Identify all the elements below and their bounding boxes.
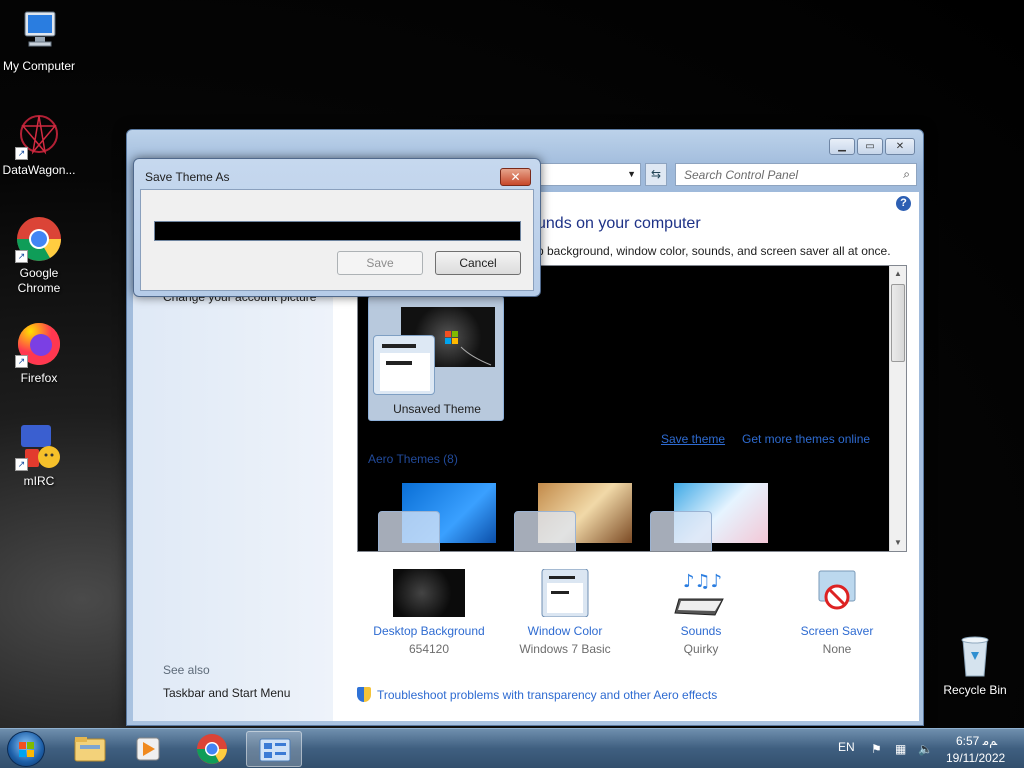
desktop-icon-label: Recycle Bin — [943, 683, 1007, 697]
scroll-down-icon[interactable]: ▼ — [890, 535, 906, 551]
setting-name: Screen Saver — [800, 624, 874, 638]
desktop-icon-recycle-bin[interactable]: Recycle Bin — [936, 632, 1014, 698]
window-color-icon — [529, 568, 601, 618]
desktop-icon-label: DataWagon... — [2, 163, 76, 177]
taskbar-start-menu-link[interactable]: Taskbar and Start Menu — [163, 686, 290, 700]
desktop-icon-label: Firefox — [20, 371, 58, 385]
desktop-icon-my-computer[interactable]: My Computer — [0, 8, 78, 74]
search-icon[interactable]: ⌕ — [903, 167, 910, 182]
aero-theme-characters[interactable] — [646, 481, 776, 551]
help-icon[interactable]: ? — [896, 196, 911, 211]
page-title: unds on your computer — [537, 215, 701, 232]
dialog-body: Theme name: Save Cancel — [140, 189, 534, 291]
sounds-setting[interactable]: ♪♫♪ Sounds Quirky — [633, 569, 769, 659]
refresh-button[interactable]: ⇆ — [645, 163, 667, 186]
close-button[interactable]: ✕ — [885, 138, 915, 155]
save-button[interactable]: Save — [337, 251, 423, 275]
screen-saver-icon — [801, 569, 873, 617]
aero-themes-heading: Aero Themes (8) — [368, 452, 458, 466]
window-controls: ▁ ▭ ✕ — [829, 138, 915, 155]
desktop-icon-firefox[interactable]: ↗ Firefox — [0, 320, 78, 386]
language-indicator[interactable]: EN — [838, 740, 855, 754]
setting-name: Window Color — [527, 624, 603, 638]
setting-value: Windows 7 Basic — [519, 642, 611, 656]
save-theme-dialog: Save Theme As ✕ Theme name: Save Cancel — [133, 158, 541, 297]
aero-theme-architecture[interactable] — [510, 481, 640, 551]
taskbar-chrome[interactable] — [184, 731, 240, 767]
taskbar-explorer[interactable] — [62, 731, 118, 767]
desktop-icon-google-chrome[interactable]: ↗ Google Chrome — [0, 215, 78, 296]
save-theme-link[interactable]: Save theme — [661, 432, 725, 446]
chrome-icon: ↗ — [15, 215, 63, 263]
theme-list-scrollbar[interactable]: ▲ ▼ — [889, 266, 906, 551]
clock-date[interactable]: 19/11/2022 — [946, 751, 1005, 765]
datawagon-icon: ↗ — [15, 112, 63, 160]
folder-icon — [74, 737, 106, 762]
svg-text:♪♫♪: ♪♫♪ — [683, 571, 722, 592]
unsaved-theme-label: Unsaved Theme — [393, 402, 481, 416]
see-also-heading: See also — [163, 663, 210, 677]
window-color-preview — [373, 335, 435, 395]
theme-list: Unsaved Theme Save theme Get more themes… — [357, 265, 907, 552]
troubleshoot-link[interactable]: Troubleshoot problems with transparency … — [357, 687, 717, 702]
action-center-icon[interactable]: ⚑ — [871, 742, 885, 756]
computer-icon — [15, 8, 63, 56]
desktop-icon-label: mIRC — [23, 474, 55, 488]
volume-icon[interactable]: 🔈 — [918, 742, 933, 756]
minimize-button[interactable]: ▁ — [829, 138, 855, 155]
control-panel-icon — [259, 738, 291, 762]
dialog-title: Save Theme As — [145, 170, 230, 184]
taskbar-media-player[interactable] — [121, 731, 177, 767]
theme-name-label: Theme name: — [157, 203, 232, 217]
setting-name: Desktop Background — [373, 624, 485, 638]
scroll-thumb[interactable] — [891, 284, 905, 362]
clock-time[interactable]: 6:57 ﻢﻣ — [956, 734, 997, 748]
desktop-background-setting[interactable]: Desktop Background 654120 — [361, 569, 497, 659]
mirc-icon: ↗ — [15, 423, 63, 471]
taskbar: EN ⚑ ▦ 🔈 6:57 ﻢﻣ 19/11/2022 — [0, 728, 1024, 768]
window-color-setting[interactable]: Window Color Windows 7 Basic — [497, 568, 633, 659]
recycle-bin-icon — [951, 632, 999, 680]
windows-flag-icon — [19, 742, 34, 757]
close-icon[interactable]: ✕ — [500, 168, 531, 186]
address-bar[interactable]: ▼ — [527, 163, 641, 186]
page-description: p background, window color, sounds, and … — [537, 244, 891, 258]
sounds-icon: ♪♫♪ — [665, 569, 737, 617]
setting-value: None — [822, 642, 852, 656]
scroll-up-icon[interactable]: ▲ — [890, 266, 906, 282]
chrome-icon — [197, 734, 227, 764]
troubleshoot-label: Troubleshoot problems with transparency … — [377, 688, 718, 702]
theme-name-input[interactable] — [154, 221, 521, 241]
media-player-icon — [136, 737, 160, 761]
start-button[interactable] — [7, 731, 45, 767]
chevron-down-icon[interactable]: ▼ — [627, 169, 636, 179]
setting-value: Quirky — [683, 642, 719, 656]
desktop-background-thumbnail — [393, 569, 465, 617]
get-more-themes-link[interactable]: Get more themes online — [742, 432, 870, 446]
shortcut-arrow-icon: ↗ — [15, 250, 28, 263]
shortcut-arrow-icon: ↗ — [15, 458, 28, 471]
shortcut-arrow-icon: ↗ — [15, 355, 28, 368]
shield-icon — [357, 687, 371, 702]
desktop-icon-label: Google Chrome — [17, 266, 61, 295]
setting-name: Sounds — [680, 624, 722, 638]
firefox-icon: ↗ — [15, 320, 63, 368]
cancel-button[interactable]: Cancel — [435, 251, 521, 275]
search-placeholder: Search Control Panel — [684, 168, 799, 182]
network-icon[interactable]: ▦ — [895, 742, 909, 756]
screen-saver-setting[interactable]: Screen Saver None — [769, 569, 905, 659]
taskbar-control-panel[interactable] — [246, 731, 302, 767]
maximize-button[interactable]: ▭ — [857, 138, 883, 155]
shortcut-arrow-icon: ↗ — [15, 147, 28, 160]
search-input[interactable]: Search Control Panel ⌕ — [675, 163, 917, 186]
desktop-icon-mirc[interactable]: ↗ mIRC — [0, 423, 78, 489]
desktop-icon-label: My Computer — [2, 59, 76, 73]
aero-theme-windows7[interactable] — [374, 481, 504, 551]
desktop-icon-datawagon[interactable]: ↗ DataWagon... — [0, 112, 78, 178]
setting-value: 654120 — [408, 642, 450, 656]
unsaved-theme-tile[interactable]: Unsaved Theme — [368, 296, 504, 421]
